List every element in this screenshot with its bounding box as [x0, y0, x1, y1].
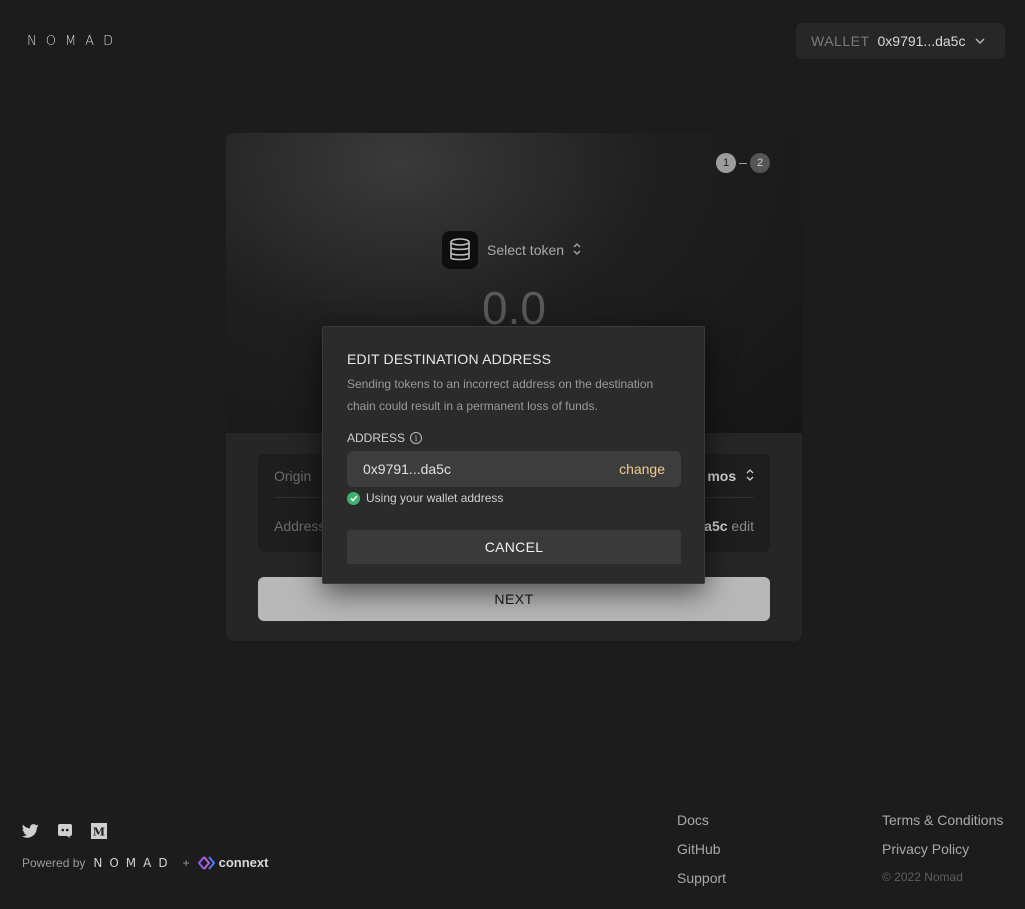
- chevron-down-icon: [975, 36, 985, 47]
- wallet-address: 0x9791...da5c: [877, 33, 966, 49]
- connext-text: connext: [218, 855, 269, 870]
- powered-by: Powered by NOMAD + connext: [22, 855, 268, 870]
- address-input-value: 0x9791...da5c: [363, 461, 451, 477]
- address-value-group: a5c edit: [704, 518, 754, 534]
- address-label-text: ADDRESS: [347, 431, 406, 445]
- address-label: Address: [274, 518, 326, 534]
- svg-text:M: M: [92, 825, 104, 838]
- support-link[interactable]: Support: [677, 870, 726, 887]
- connext-logo[interactable]: connext: [197, 855, 269, 870]
- wallet-label: WALLET: [811, 33, 870, 49]
- select-token-label: Select token: [487, 242, 565, 258]
- twitter-icon[interactable]: [22, 822, 39, 839]
- docs-link[interactable]: Docs: [677, 812, 726, 829]
- chevron-updown-icon: [573, 242, 581, 258]
- select-token-button[interactable]: Select token: [442, 231, 581, 269]
- edit-address-modal: EDIT DESTINATION ADDRESS Sending tokens …: [322, 326, 705, 584]
- origin-label: Origin: [274, 467, 312, 484]
- social-links: M: [22, 822, 107, 839]
- plus-sign: +: [182, 855, 190, 870]
- privacy-link[interactable]: Privacy Policy: [882, 841, 1003, 858]
- footer-links-legal: Terms & Conditions Privacy Policy © 2022…: [882, 812, 1003, 887]
- modal-description: Sending tokens to an incorrect address o…: [347, 377, 654, 413]
- terms-link[interactable]: Terms & Conditions: [882, 812, 1003, 829]
- step-2: 2: [750, 153, 770, 173]
- wallet-button[interactable]: WALLET 0x9791...da5c: [796, 23, 1005, 59]
- github-link[interactable]: GitHub: [677, 841, 726, 858]
- footer-links-resources: Docs GitHub Support: [677, 812, 726, 887]
- chevron-updown-icon: [746, 468, 754, 481]
- origin-value: mos: [707, 467, 737, 484]
- nomad-logo[interactable]: NOMAD: [27, 34, 122, 49]
- discord-icon[interactable]: [56, 822, 73, 839]
- address-value: a5c: [704, 518, 728, 534]
- info-icon[interactable]: i: [410, 432, 423, 444]
- origin-network-select[interactable]: mos: [707, 468, 754, 484]
- edit-address-link[interactable]: edit: [731, 518, 754, 534]
- step-divider: [739, 162, 747, 164]
- status-text: Using your wallet address: [366, 491, 504, 505]
- modal-title: EDIT DESTINATION ADDRESS: [347, 351, 552, 367]
- connext-icon: [197, 855, 215, 870]
- address-status: Using your wallet address: [347, 491, 503, 505]
- nomad-footer-logo[interactable]: NOMAD: [93, 856, 174, 870]
- database-icon: [442, 231, 478, 269]
- check-circle-icon: [347, 491, 360, 505]
- copyright: © 2022 Nomad: [882, 870, 963, 884]
- change-button[interactable]: change: [619, 461, 665, 477]
- step-1: 1: [716, 153, 736, 173]
- medium-icon[interactable]: M: [90, 822, 107, 839]
- step-indicator: 1 2: [716, 153, 770, 173]
- address-field-label: ADDRESS i: [347, 431, 423, 445]
- cancel-button[interactable]: CANCEL: [347, 530, 681, 564]
- powered-by-label: Powered by: [22, 855, 86, 870]
- address-input[interactable]: 0x9791...da5c change: [347, 451, 681, 487]
